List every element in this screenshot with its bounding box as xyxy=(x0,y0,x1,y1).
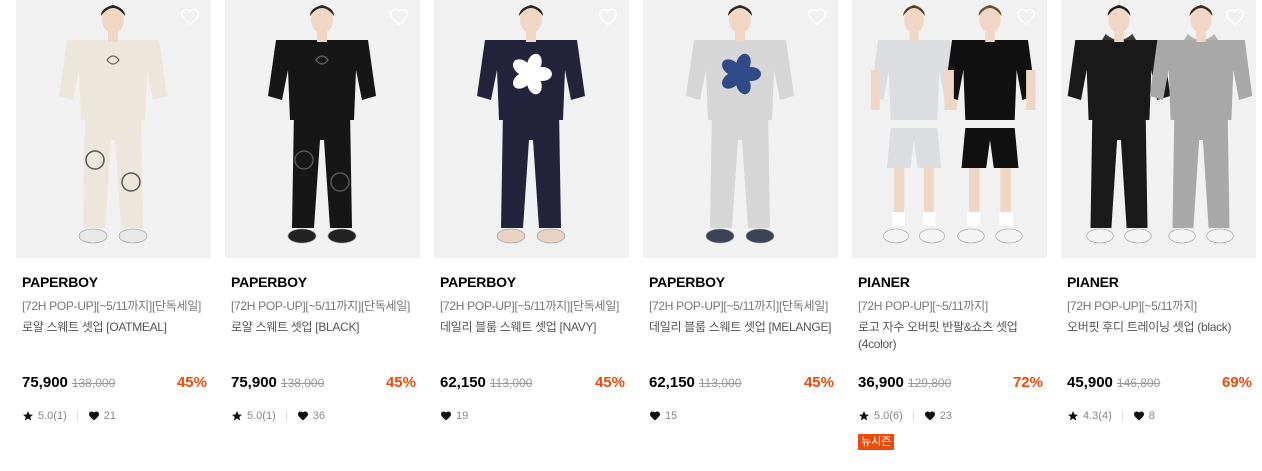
rating-value: 5.0(1) xyxy=(38,410,67,422)
original-price: 146,800 xyxy=(1116,376,1161,390)
discount-rate: 72% xyxy=(1012,374,1043,391)
like-count: 19 xyxy=(456,410,469,422)
product-image[interactable] xyxy=(1061,0,1256,258)
rating-value: 5.0(6) xyxy=(874,410,903,422)
meta-divider xyxy=(76,411,78,421)
product-card[interactable]: PAPERBOY [72H POP-UP][~5/11까지][단독세일] 로얄 … xyxy=(16,0,211,422)
star-icon xyxy=(231,410,243,422)
product-name[interactable]: 로얄 스웨트 셋업 [OATMEAL] xyxy=(22,319,205,353)
original-price: 113,000 xyxy=(489,376,533,390)
product-name[interactable]: 오버핏 후디 트레이닝 셋업 (black) xyxy=(1067,319,1250,353)
product-photo xyxy=(225,0,420,258)
product-name[interactable]: 로고 자수 오버핏 반팔&쇼츠 셋업 (4color) xyxy=(858,319,1041,353)
product-name[interactable]: 데일리 블룸 스웨트 셋업 [NAVY] xyxy=(440,319,623,353)
like-count: 21 xyxy=(103,410,116,422)
product-meta: 5.0(6) 23 xyxy=(858,409,952,423)
price-row: 75,900 138,000 45% xyxy=(231,374,416,392)
product-tagline[interactable]: [72H POP-UP][~5/11까지][단독세일] xyxy=(440,299,623,314)
star-icon xyxy=(22,410,34,422)
heart-icon xyxy=(88,410,100,422)
product-tagline[interactable]: [72H POP-UP][~5/11까지][단독세일] xyxy=(649,299,832,314)
product-card[interactable]: PAPERBOY [72H POP-UP][~5/11까지][단독세일] 데일리… xyxy=(434,0,629,422)
meta-divider xyxy=(912,411,914,421)
product-photo xyxy=(16,0,211,258)
product-photo xyxy=(1061,0,1256,258)
product-meta: 19 xyxy=(440,409,468,423)
product-image[interactable] xyxy=(225,0,420,258)
heart-icon xyxy=(924,410,936,422)
wishlist-heart-icon[interactable] xyxy=(597,6,619,28)
discount-rate: 45% xyxy=(176,374,207,391)
like-count: 8 xyxy=(1148,410,1155,422)
product-meta: 5.0(1) 36 xyxy=(231,409,325,423)
product-brand[interactable]: PAPERBOY xyxy=(22,274,205,290)
sale-price: 62,150 xyxy=(440,374,486,391)
heart-icon xyxy=(440,410,452,422)
product-brand[interactable]: PAPERBOY xyxy=(440,274,623,290)
product-meta: 15 xyxy=(649,409,677,423)
original-price: 113,000 xyxy=(698,376,742,390)
sale-price: 36,900 xyxy=(858,374,904,391)
wishlist-heart-icon[interactable] xyxy=(388,6,410,28)
rating-value: 5.0(1) xyxy=(247,410,276,422)
product-tagline[interactable]: [72H POP-UP][~5/11까지] xyxy=(1067,299,1250,314)
sale-price: 75,900 xyxy=(22,374,68,391)
meta-divider xyxy=(1121,411,1123,421)
product-brand[interactable]: PAPERBOY xyxy=(649,274,832,290)
discount-rate: 45% xyxy=(385,374,416,391)
wishlist-heart-icon[interactable] xyxy=(1224,6,1246,28)
product-image[interactable] xyxy=(643,0,838,258)
wishlist-heart-icon[interactable] xyxy=(179,6,201,28)
sale-price: 75,900 xyxy=(231,374,277,391)
product-name[interactable]: 로얄 스웨트 셋업 [BLACK] xyxy=(231,319,414,353)
like-count: 23 xyxy=(939,410,952,422)
discount-rate: 45% xyxy=(803,374,834,391)
product-brand[interactable]: PIANER xyxy=(858,274,1041,290)
product-photo xyxy=(852,0,1047,258)
product-photo xyxy=(434,0,629,258)
new-season-badge: 뉴시즌 xyxy=(858,434,895,450)
heart-icon xyxy=(649,410,661,422)
sale-price: 62,150 xyxy=(649,374,695,391)
product-tagline[interactable]: [72H POP-UP][~5/11까지] xyxy=(858,299,1041,314)
product-brand[interactable]: PAPERBOY xyxy=(231,274,414,290)
product-card[interactable]: PAPERBOY [72H POP-UP][~5/11까지][단독세일] 로얄 … xyxy=(225,0,420,422)
product-card[interactable]: PAPERBOY [72H POP-UP][~5/11까지][단독세일] 데일리… xyxy=(643,0,838,422)
product-grid: PAPERBOY [72H POP-UP][~5/11까지][단독세일] 로얄 … xyxy=(16,0,1256,450)
product-image[interactable] xyxy=(852,0,1047,258)
rating-value: 4.3(4) xyxy=(1083,410,1112,422)
original-price: 138,000 xyxy=(71,376,116,390)
price-row: 62,150 113,000 45% xyxy=(440,374,625,392)
price-row: 75,900 138,000 45% xyxy=(22,374,207,392)
product-name[interactable]: 데일리 블룸 스웨트 셋업 [MELANGE] xyxy=(649,319,832,353)
heart-icon xyxy=(297,410,309,422)
product-meta: 4.3(4) 8 xyxy=(1067,409,1155,423)
original-price: 138,000 xyxy=(280,376,325,390)
product-card[interactable]: PIANER [72H POP-UP][~5/11까지] 오버핏 후디 트레이닝… xyxy=(1061,0,1256,422)
product-brand[interactable]: PIANER xyxy=(1067,274,1250,290)
star-icon xyxy=(1067,410,1079,422)
like-count: 15 xyxy=(665,410,678,422)
discount-rate: 69% xyxy=(1221,374,1252,391)
product-tagline[interactable]: [72H POP-UP][~5/11까지][단독세일] xyxy=(231,299,414,314)
product-card[interactable]: PIANER [72H POP-UP][~5/11까지] 로고 자수 오버핏 반… xyxy=(852,0,1047,450)
product-meta: 5.0(1) 21 xyxy=(22,409,116,423)
wishlist-heart-icon[interactable] xyxy=(806,6,828,28)
discount-rate: 45% xyxy=(594,374,625,391)
product-photo xyxy=(643,0,838,258)
meta-divider xyxy=(285,411,287,421)
star-icon xyxy=(858,410,870,422)
product-image[interactable] xyxy=(434,0,629,258)
wishlist-heart-icon[interactable] xyxy=(1015,6,1037,28)
original-price: 129,800 xyxy=(907,376,952,390)
price-row: 45,900 146,800 69% xyxy=(1067,374,1252,392)
product-tagline[interactable]: [72H POP-UP][~5/11까지][단독세일] xyxy=(22,299,205,314)
heart-icon xyxy=(1133,410,1145,422)
price-row: 62,150 113,000 45% xyxy=(649,374,834,392)
price-row: 36,900 129,800 72% xyxy=(858,374,1043,392)
product-image[interactable] xyxy=(16,0,211,258)
sale-price: 45,900 xyxy=(1067,374,1113,391)
like-count: 36 xyxy=(312,410,325,422)
